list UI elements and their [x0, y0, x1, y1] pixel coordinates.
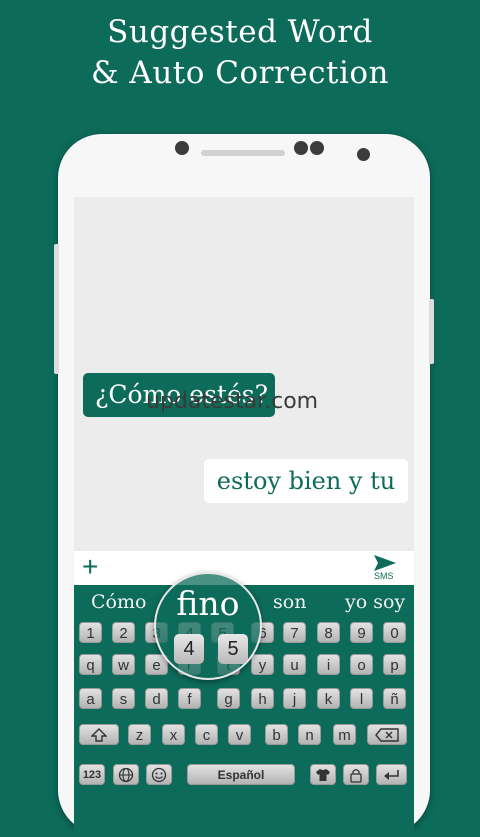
- magnified-key: 4: [174, 634, 204, 664]
- key[interactable]: f: [178, 688, 201, 709]
- attach-plus-icon[interactable]: +: [82, 552, 98, 582]
- key[interactable]: m: [333, 724, 356, 745]
- message-composer[interactable]: + SMS: [74, 551, 414, 585]
- key[interactable]: l: [350, 688, 373, 709]
- key[interactable]: b: [265, 724, 288, 745]
- shift-key[interactable]: [79, 724, 119, 745]
- key[interactable]: 8: [317, 622, 340, 643]
- phone-side-button-left: [54, 244, 59, 374]
- watermark: updatestar.com: [146, 389, 319, 414]
- backspace-key[interactable]: [367, 724, 407, 745]
- phone-screen: ¿Cómo estés? updatestar.com estoy bien y…: [74, 197, 414, 837]
- enter-icon: [383, 770, 399, 780]
- speaker-grille: [201, 150, 285, 156]
- key[interactable]: u: [283, 654, 306, 675]
- headline-line1: Suggested Word: [107, 14, 373, 50]
- language-key[interactable]: [113, 764, 139, 785]
- key[interactable]: a: [79, 688, 102, 709]
- key[interactable]: j: [283, 688, 306, 709]
- sensor-icon: [310, 141, 324, 155]
- key[interactable]: c: [195, 724, 218, 745]
- suggestion-center[interactable]: fino: [156, 584, 260, 623]
- suggestion-right-1[interactable]: son: [273, 591, 306, 613]
- key[interactable]: ñ: [383, 688, 406, 709]
- send-sms-label[interactable]: SMS: [374, 571, 394, 581]
- suggestion-left[interactable]: Cómo: [91, 591, 146, 613]
- key[interactable]: 1: [79, 622, 102, 643]
- headline-line2: & Auto Correction: [90, 55, 389, 91]
- key[interactable]: n: [298, 724, 321, 745]
- key[interactable]: y: [251, 654, 274, 675]
- key[interactable]: w: [112, 654, 135, 675]
- smiley-icon: [151, 767, 167, 783]
- lock-key[interactable]: [343, 764, 369, 785]
- key[interactable]: o: [350, 654, 373, 675]
- space-key[interactable]: Español: [187, 764, 295, 785]
- shirt-icon: [316, 769, 330, 781]
- key[interactable]: x: [162, 724, 185, 745]
- phone-frame: ¿Cómo estés? updatestar.com estoy bien y…: [54, 134, 434, 837]
- key[interactable]: i: [317, 654, 340, 675]
- magnified-key: 5: [218, 634, 248, 664]
- globe-icon: [118, 767, 134, 783]
- phone-side-button-right: [429, 299, 434, 364]
- theme-key[interactable]: [310, 764, 336, 785]
- key[interactable]: k: [317, 688, 340, 709]
- key[interactable]: v: [228, 724, 251, 745]
- key[interactable]: 2: [112, 622, 135, 643]
- key[interactable]: 0: [383, 622, 406, 643]
- key[interactable]: s: [112, 688, 135, 709]
- suggestion-right-2[interactable]: yo soy: [345, 591, 405, 613]
- key[interactable]: d: [145, 688, 168, 709]
- key[interactable]: 9: [350, 622, 373, 643]
- key[interactable]: 7: [283, 622, 306, 643]
- key[interactable]: h: [251, 688, 274, 709]
- suggestion-magnifier[interactable]: fino 4 5: [154, 572, 262, 680]
- shift-icon: [90, 728, 108, 742]
- sensor-icon: [357, 148, 370, 161]
- key[interactable]: z: [128, 724, 151, 745]
- emoji-key[interactable]: [146, 764, 172, 785]
- lock-icon: [350, 769, 362, 783]
- key[interactable]: g: [217, 688, 240, 709]
- key[interactable]: q: [79, 654, 102, 675]
- send-icon[interactable]: [374, 555, 396, 571]
- sensor-icon: [294, 141, 308, 155]
- enter-key[interactable]: [376, 764, 407, 785]
- front-camera-icon: [175, 141, 189, 155]
- key[interactable]: p: [383, 654, 406, 675]
- outgoing-message: estoy bien y tu: [204, 459, 408, 503]
- numbers-key[interactable]: 123: [79, 764, 105, 785]
- backspace-icon: [375, 728, 399, 742]
